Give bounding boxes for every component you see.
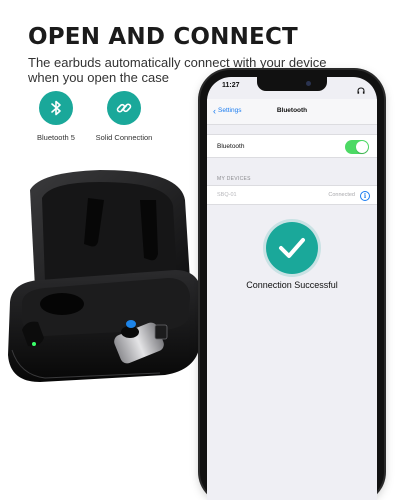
ios-nav-bar: ‹ Settings Bluetooth xyxy=(207,99,377,125)
link-icon xyxy=(107,91,141,125)
feature-bluetooth: Bluetooth 5 xyxy=(21,91,91,142)
phone-notch xyxy=(257,77,327,91)
headphones-icon xyxy=(357,81,365,99)
bluetooth-toggle[interactable] xyxy=(345,140,369,154)
feature-solid-connection: Solid Connection xyxy=(89,91,159,142)
info-icon[interactable]: i xyxy=(360,191,370,201)
checkmark-icon xyxy=(266,222,318,274)
status-bar-time: 11:27 xyxy=(222,82,240,89)
phone-screen: 11:27 ‹ Settings Bluetooth Bluetooth MY … xyxy=(207,77,377,500)
phone-mockup: 11:27 ‹ Settings Bluetooth Bluetooth MY … xyxy=(200,70,384,500)
feature-bluetooth-label: Bluetooth 5 xyxy=(37,133,75,142)
bluetooth-setting-label: Bluetooth xyxy=(217,143,245,150)
bluetooth-icon xyxy=(39,91,73,125)
device-row[interactable]: SBQ-01 Connected i xyxy=(207,185,377,205)
device-status: Connected xyxy=(328,192,355,198)
my-devices-header: MY DEVICES xyxy=(217,176,251,182)
device-name: SBQ-01 xyxy=(217,192,237,198)
connection-success-message: Connection Successful xyxy=(246,280,338,290)
earbuds-case-image xyxy=(0,170,210,390)
page-headline: OPEN AND CONNECT xyxy=(28,24,298,50)
nav-title: Bluetooth xyxy=(276,107,308,114)
feature-solid-connection-label: Solid Connection xyxy=(95,133,153,142)
bluetooth-setting-row: Bluetooth xyxy=(207,134,377,158)
